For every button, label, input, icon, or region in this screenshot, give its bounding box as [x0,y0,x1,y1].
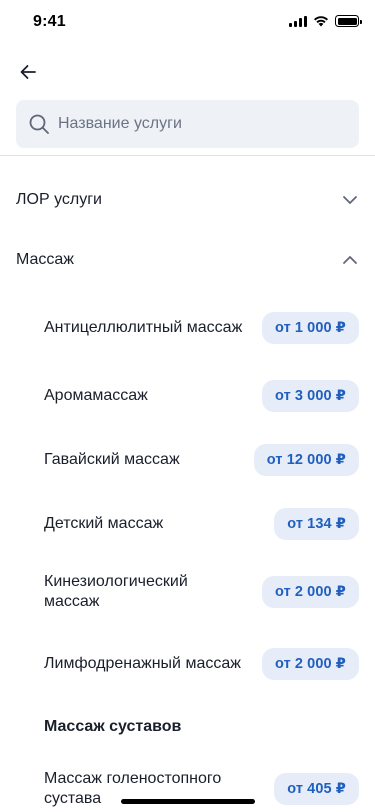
search-input[interactable] [58,115,328,133]
price-badge: от 405 ₽ [274,773,359,805]
battery-icon [335,15,362,27]
service-row[interactable]: Антицеллюлитный массаж от 1 000 ₽ [0,308,375,348]
category-massage[interactable]: Массаж [0,240,375,280]
price-badge: от 12 000 ₽ [253,444,359,476]
chevron-up-icon [343,256,357,264]
arrow-left-icon [20,65,36,79]
search-field[interactable] [16,100,359,148]
price-badge: от 134 ₽ [274,508,359,540]
service-row[interactable]: Гавайский массаж от 12 000 ₽ [0,444,375,476]
price-badge: от 3 000 ₽ [261,380,359,412]
service-name: Аромамассаж [44,387,148,404]
wifi-icon [314,16,328,27]
service-row[interactable]: Кинезиологический массаж от 2 000 ₽ [0,572,375,612]
service-name: Лимфодренажный массаж [44,655,241,672]
service-name: Кинезиологический массаж [44,573,188,610]
service-name: Антицеллюлитный массаж [44,319,243,336]
subgroup-title: Массаж суставов [44,718,182,735]
status-time: 9:41 [33,13,66,30]
price-badge: от 1 000 ₽ [261,312,359,344]
service-row[interactable]: Лимфодренажный массаж от 2 000 ₽ [0,644,375,684]
status-bar: 9:41 [0,0,375,44]
service-row[interactable]: Аромамассаж от 3 000 ₽ [0,380,375,412]
service-row[interactable]: Детский массаж от 134 ₽ [0,508,375,540]
divider [0,155,375,156]
category-lor[interactable]: ЛОР услуги [0,180,375,220]
search-icon [29,114,49,134]
home-indicator [121,799,255,804]
service-name: Детский массаж [44,515,164,532]
category-label: ЛОР услуги [16,191,102,208]
back-button[interactable] [14,58,42,86]
category-label: Массаж [16,251,75,268]
price-badge: от 2 000 ₽ [261,576,359,608]
chevron-down-icon [343,196,357,204]
cellular-signal-icon [289,15,307,27]
service-name: Гавайский массаж [44,451,180,468]
status-icons [289,15,362,27]
price-badge: от 2 000 ₽ [261,648,359,680]
